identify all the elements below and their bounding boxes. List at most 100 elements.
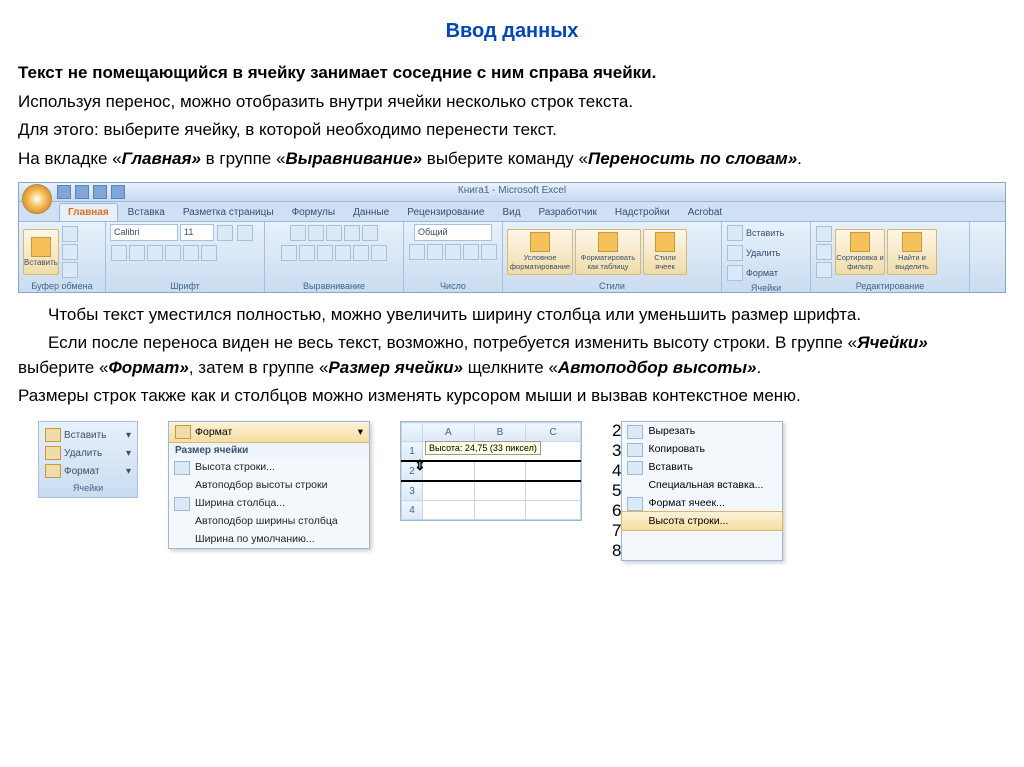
ctx-copy[interactable]: Копировать — [622, 440, 782, 458]
group-cells-label: Ячейки — [726, 282, 806, 294]
format-table-button[interactable]: Форматировать как таблицу — [575, 229, 641, 275]
format-cells-icon[interactable] — [727, 265, 743, 281]
copy-icon — [627, 443, 643, 457]
italic-icon[interactable] — [129, 245, 145, 261]
menu-default-width[interactable]: Ширина по умолчанию... — [169, 530, 369, 548]
ctx-paste[interactable]: Вставить — [622, 458, 782, 476]
excel-ribbon: Книга1 - Microsoft Excel Главная Вставка… — [18, 182, 1006, 293]
align-bot-icon[interactable] — [326, 225, 342, 241]
find-select-button[interactable]: Найти и выделить — [887, 229, 937, 275]
office-button[interactable] — [22, 184, 52, 214]
tab-review[interactable]: Рецензирование — [399, 204, 492, 221]
tab-layout[interactable]: Разметка страницы — [175, 204, 282, 221]
copy-icon[interactable] — [62, 244, 78, 260]
merge-icon[interactable] — [371, 245, 387, 261]
para-6: Если после переноса виден не весь текст,… — [18, 331, 1006, 380]
format-icon — [45, 464, 61, 478]
indent-dec-icon[interactable] — [335, 245, 351, 261]
align-top-icon[interactable] — [290, 225, 306, 241]
tab-data[interactable]: Данные — [345, 204, 397, 221]
cells-panel-label: Ячейки — [43, 483, 133, 493]
tab-addins[interactable]: Надстройки — [607, 204, 678, 221]
align-center-icon[interactable] — [299, 245, 315, 261]
tab-developer[interactable]: Разработчик — [531, 204, 605, 221]
number-format-select[interactable]: Общий — [414, 224, 492, 241]
para-1: Текст не помещающийся в ячейку занимает … — [18, 61, 1006, 86]
tab-formulas[interactable]: Формулы — [284, 204, 344, 221]
menu-autofit-height[interactable]: Автоподбор высоты строки — [169, 476, 369, 494]
menu-autofit-width[interactable]: Автоподбор ширины столбца — [169, 512, 369, 530]
tab-home[interactable]: Главная — [59, 203, 118, 221]
border-icon[interactable] — [165, 245, 181, 261]
bold-icon[interactable] — [111, 245, 127, 261]
row-4-header[interactable]: 4 — [402, 501, 423, 520]
align-mid-icon[interactable] — [308, 225, 324, 241]
cut-icon[interactable] — [62, 226, 78, 242]
format-button[interactable]: Формат▾ — [43, 462, 133, 480]
format-menu-header[interactable]: Формат▾ — [169, 422, 369, 443]
delete-button[interactable]: Удалить▾ — [43, 444, 133, 462]
page-title: Ввод данных — [18, 20, 1006, 43]
paste-button[interactable]: Вставить — [23, 229, 59, 275]
dec-dec-icon[interactable] — [481, 244, 497, 260]
ctx-paste-special[interactable]: Специальная вставка... — [622, 476, 782, 494]
tab-insert[interactable]: Вставка — [120, 204, 173, 221]
fill-down-icon[interactable] — [816, 244, 832, 260]
dec-inc-icon[interactable] — [463, 244, 479, 260]
worksheet-fragment: ABC 1Высота: 24,75 (33 пиксел) 2 3 4 ⇕ — [400, 421, 582, 521]
painter-icon[interactable] — [62, 262, 78, 278]
font-name-select[interactable]: Calibri — [110, 224, 178, 241]
clear-icon[interactable] — [816, 262, 832, 278]
format-cells-icon — [627, 497, 643, 511]
col-b-header[interactable]: B — [474, 423, 526, 442]
fill-icon[interactable] — [183, 245, 199, 261]
group-align-label: Выравнивание — [269, 280, 399, 292]
resize-tooltip: Высота: 24,75 (33 пиксел) — [425, 441, 541, 455]
align-left-icon[interactable] — [281, 245, 297, 261]
currency-icon[interactable] — [409, 244, 425, 260]
sum-icon[interactable] — [816, 226, 832, 242]
format-icon — [175, 425, 191, 439]
ctx-format-cells[interactable]: Формат ячеек... — [622, 494, 782, 512]
cell-styles-icon — [655, 232, 675, 252]
cond-format-button[interactable]: Условное форматирование — [507, 229, 573, 275]
font-color-icon[interactable] — [201, 245, 217, 261]
group-styles-label: Стили — [507, 280, 717, 292]
wrap-icon[interactable] — [362, 225, 378, 241]
insert-button[interactable]: Вставить▾ — [43, 426, 133, 444]
para-2: Используя перенос, можно отобразить внут… — [18, 90, 1006, 115]
col-c-header[interactable]: C — [526, 423, 581, 442]
tab-view[interactable]: Вид — [494, 204, 528, 221]
delete-cells-icon[interactable] — [727, 245, 743, 261]
underline-icon[interactable] — [147, 245, 163, 261]
ctx-cut[interactable]: Вырезать — [622, 422, 782, 440]
orient-icon[interactable] — [344, 225, 360, 241]
indent-inc-icon[interactable] — [353, 245, 369, 261]
sort-icon — [850, 232, 870, 252]
quick-access-toolbar[interactable] — [57, 185, 125, 199]
percent-icon[interactable] — [427, 244, 443, 260]
group-editing-label: Редактирование — [815, 280, 965, 292]
resize-cursor-icon: ⇕ — [414, 457, 426, 474]
cell-styles-button[interactable]: Стили ячеек — [643, 229, 687, 275]
col-a-header[interactable]: A — [423, 423, 475, 442]
menu-col-width[interactable]: Ширина столбца... — [169, 494, 369, 512]
sort-filter-button[interactable]: Сортировка и фильтр — [835, 229, 885, 275]
group-number-label: Число — [408, 280, 498, 292]
para-4: На вкладке «Главная» в группе «Выравнива… — [18, 147, 1006, 172]
delete-icon — [45, 446, 61, 460]
row-3-header[interactable]: 3 — [402, 481, 423, 501]
para-3: Для этого: выберите ячейку, в которой не… — [18, 118, 1006, 143]
font-size-select[interactable]: 11 — [180, 224, 214, 241]
format-table-icon — [598, 232, 618, 252]
grow-font-icon[interactable] — [217, 225, 233, 241]
comma-icon[interactable] — [445, 244, 461, 260]
insert-cells-icon[interactable] — [727, 225, 743, 241]
ctx-row-height[interactable]: Высота строки... — [621, 511, 783, 531]
shrink-font-icon[interactable] — [237, 225, 253, 241]
cells-panel: Вставить▾ Удалить▾ Формат▾ Ячейки — [38, 421, 138, 498]
paste-icon — [31, 237, 51, 257]
align-right-icon[interactable] — [317, 245, 333, 261]
menu-row-height[interactable]: Высота строки... — [169, 458, 369, 476]
tab-acrobat[interactable]: Acrobat — [680, 204, 730, 221]
